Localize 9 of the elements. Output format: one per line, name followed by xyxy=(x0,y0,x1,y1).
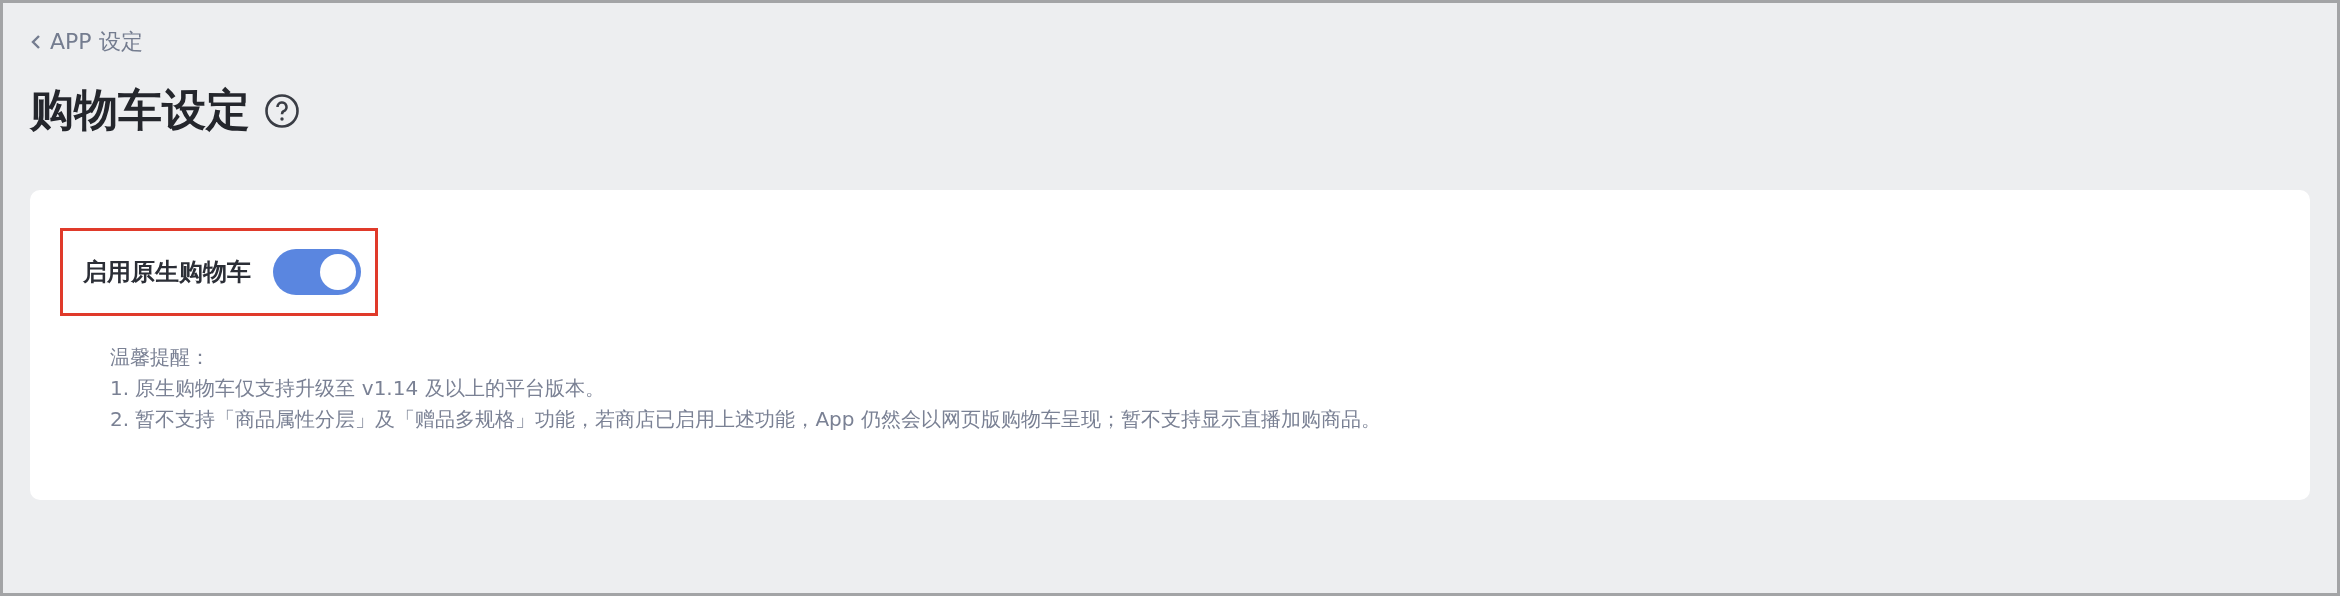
toggle-switch[interactable] xyxy=(273,249,361,295)
note-text: 温馨提醒： xyxy=(110,344,211,371)
setting-label: 启用原生购物车 xyxy=(83,257,251,288)
chevron-left-icon xyxy=(30,33,42,51)
note-text: 2. 暂不支持「商品属性分层」及「赠品多规格」功能，若商店已启用上述功能，App 仍然会以网页版购物车呈现；暂不支持显示直播加购商品。 xyxy=(110,406,1382,433)
help-icon[interactable] xyxy=(264,92,300,129)
note-text: 1. 原生购物车仅支持升级至 v1.14 及以上的平台版本。 xyxy=(110,375,606,402)
page-title: 购物车设定 xyxy=(30,83,250,137)
back-link[interactable]: APP 设定 xyxy=(30,27,143,57)
